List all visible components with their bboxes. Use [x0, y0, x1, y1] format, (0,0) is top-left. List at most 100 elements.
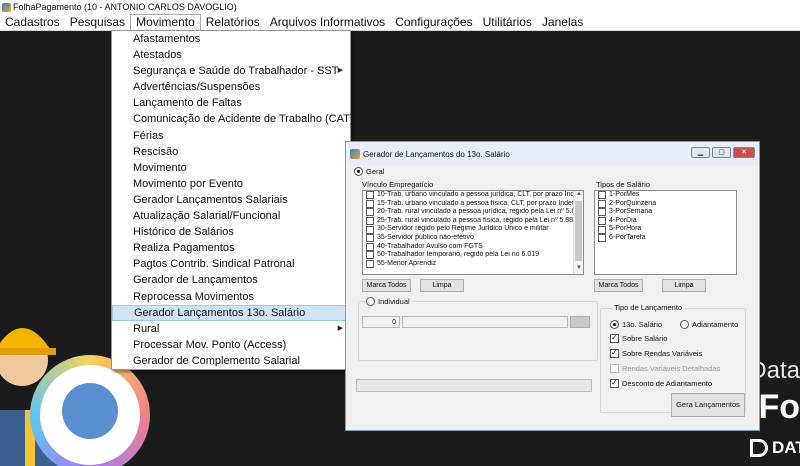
tipos-list[interactable]: 1-PorMes 2-PorQuinzena 3-PorSemana 4-Por…: [594, 190, 737, 275]
vinculo-item[interactable]: 20-Trab. rural vinculado a pessoa jurídi…: [363, 208, 583, 217]
menu-item-rural[interactable]: Rural ▶: [112, 321, 350, 337]
vinculo-item[interactable]: 25-Trab. rural vinculado a pessoa física…: [363, 217, 583, 226]
menu-item-atestados[interactable]: Atestados: [112, 47, 350, 63]
vinculo-checkbox[interactable]: [366, 242, 374, 251]
menu-item-cat[interactable]: Comunicação de Acidente de Trabalho (CAT…: [112, 111, 354, 127]
menu-item-lancamento-faltas[interactable]: Lançamento de Faltas: [112, 95, 350, 111]
tipo-item[interactable]: 6-PorTarefa: [595, 234, 736, 243]
vinculo-item[interactable]: 40-Trabalhador Avulso com FGTS: [363, 243, 583, 252]
rendas-detalhadas-checkbox[interactable]: [610, 364, 619, 373]
rendas-detalhadas-option[interactable]: Rendas Variáveis Detalhadas: [610, 364, 720, 373]
menu-item-gerador-salariais[interactable]: Gerador Lançamentos Salariais: [112, 192, 350, 208]
geral-radio[interactable]: [354, 167, 363, 176]
sobre-rendas-option[interactable]: Sobre Rendas Variáveis: [610, 348, 702, 358]
vinculo-label: Vínculo Empregatício: [362, 180, 434, 189]
vinculo-item[interactable]: 15-Trab. urbano vinculado a pessoa físic…: [363, 200, 583, 209]
menu-item-sst[interactable]: Segurança e Saúde do Trabalhador - SST ▶: [112, 63, 350, 79]
tipo-checkbox[interactable]: [598, 217, 606, 226]
menu-item-rescisao[interactable]: Rescisão: [112, 144, 350, 160]
tipos-marca-todos-button[interactable]: Marca Todos: [594, 279, 643, 292]
vinculo-limpa-button[interactable]: Limpa: [420, 279, 464, 292]
geral-option[interactable]: Geral: [354, 167, 384, 176]
gera-lancamentos-button[interactable]: Gera Lançamentos: [671, 393, 745, 417]
menu-item-historico-salarios[interactable]: Histórico de Salários: [112, 224, 350, 240]
tipo-item[interactable]: 5-PorHora: [595, 225, 736, 234]
sobre-salario-option[interactable]: Sobre Salário: [610, 333, 667, 343]
vinculo-checkbox[interactable]: [366, 191, 374, 200]
sobre-rendas-checkbox[interactable]: [610, 348, 619, 358]
opt-13-salario[interactable]: 13o. Salário: [610, 320, 662, 329]
scroll-up-icon[interactable]: ▲: [574, 191, 583, 200]
opt-adiantamento[interactable]: Adiantamento: [680, 320, 738, 329]
menu-item-gerador-lancamentos[interactable]: Gerador de Lançamentos: [112, 272, 350, 288]
close-button[interactable]: ✕: [733, 147, 755, 158]
desconto-adiantamento-option[interactable]: Desconto de Adiantamento: [610, 378, 712, 388]
menu-relatorios[interactable]: Relatórios: [201, 14, 265, 31]
menu-cadastros[interactable]: Cadastros: [0, 14, 65, 31]
menu-janelas[interactable]: Janelas: [537, 14, 588, 31]
vinculo-scrollbar[interactable]: ▲ ▼: [573, 191, 583, 274]
sobre-salario-checkbox[interactable]: [610, 333, 619, 343]
brand-logo-icon: [750, 439, 768, 457]
menu-item-gerador-13-salario[interactable]: Gerador Lançamentos 13o. Salário: [112, 304, 350, 321]
menu-item-complemento-salarial[interactable]: Gerador de Complemento Salarial: [112, 353, 350, 369]
maximize-button[interactable]: ▢: [712, 147, 731, 158]
menu-arquivos-informativos[interactable]: Arquivos Informativos: [265, 14, 390, 31]
vinculo-checkbox[interactable]: [366, 251, 374, 260]
tipo-item[interactable]: 2-PorQuinzena: [595, 200, 736, 209]
tipo-checkbox[interactable]: [598, 208, 606, 217]
tipo-checkbox[interactable]: [598, 199, 606, 208]
geral-label: Geral: [366, 167, 385, 176]
menu-item-reprocessa[interactable]: Reprocessa Movimentos: [112, 289, 350, 305]
vinculo-checkbox[interactable]: [366, 234, 374, 243]
vinculo-marca-todos-button[interactable]: Marca Todos: [362, 279, 411, 292]
submenu-arrow-icon: ▶: [337, 67, 343, 75]
tipos-limpa-button[interactable]: Limpa: [662, 279, 706, 292]
individual-name-field[interactable]: [402, 316, 568, 328]
dialog-icon: [350, 149, 360, 159]
vinculo-item[interactable]: 35-Servidor público não-efetivo: [363, 234, 583, 243]
menu-item-processar-ponto[interactable]: Processar Mov. Ponto (Access): [112, 337, 350, 353]
vinculo-checkbox[interactable]: [366, 260, 374, 269]
submenu-arrow-icon: ▶: [337, 324, 343, 332]
opt-adiantamento-radio[interactable]: [680, 320, 689, 329]
vinculo-checkbox[interactable]: [366, 199, 374, 208]
vinculo-item[interactable]: 55-Menor Aprendiz: [363, 260, 583, 269]
menu-item-advertencias[interactable]: Advertências/Suspensões: [112, 79, 350, 95]
individual-search-button[interactable]: [570, 316, 590, 328]
vinculo-item[interactable]: 30-Servidor regido pelo Regime Jurídico …: [363, 225, 583, 234]
vinculo-list[interactable]: 10-Trab. urbano vinculado a pessoa juríd…: [362, 190, 584, 275]
menu-movimento[interactable]: Movimento: [130, 14, 201, 31]
menu-item-ferias[interactable]: Férias: [112, 128, 350, 144]
vinculo-item[interactable]: 10-Trab. urbano vinculado a pessoa juríd…: [363, 191, 583, 200]
menu-item-movimento-evento[interactable]: Movimento por Evento: [112, 176, 350, 192]
vinculo-checkbox[interactable]: [366, 225, 374, 234]
tipo-item[interactable]: 4-PorDia: [595, 217, 736, 226]
tipo-item[interactable]: 1-PorMes: [595, 191, 736, 200]
scroll-down-icon[interactable]: ▼: [574, 265, 583, 274]
menu-item-pagtos-sindical[interactable]: Pagtos Contrib. Sindical Patronal: [112, 256, 350, 272]
vinculo-item[interactable]: 50-Trabalhador temporário, regido pela L…: [363, 251, 583, 260]
gerador-13-dialog: Gerador de Lançamentos do 13o. Salário ▁…: [345, 141, 760, 431]
individual-option[interactable]: Individual: [366, 297, 413, 306]
app-title-bar: FolhaPagamento (10 - ANTONIO CARLOS DAVO…: [0, 0, 800, 14]
individual-radio[interactable]: [366, 297, 375, 306]
minimize-button[interactable]: ▁: [691, 147, 710, 158]
menu-utilitarios[interactable]: Utilitários: [478, 14, 537, 31]
tipo-item[interactable]: 3-PorSemana: [595, 208, 736, 217]
menu-item-afastamentos[interactable]: Afastamentos: [112, 31, 350, 47]
tipo-checkbox[interactable]: [598, 234, 606, 243]
menu-configuracoes[interactable]: Configurações: [390, 14, 477, 31]
tipo-checkbox[interactable]: [598, 225, 606, 234]
menu-item-movimento[interactable]: Movimento: [112, 160, 350, 176]
individual-code-field[interactable]: 0: [362, 316, 400, 328]
vinculo-checkbox[interactable]: [366, 208, 374, 217]
desconto-adiantamento-checkbox[interactable]: [610, 378, 619, 388]
opt-13-radio[interactable]: [610, 320, 619, 329]
menu-item-realiza-pagamentos[interactable]: Realiza Pagamentos: [112, 240, 350, 256]
scroll-thumb[interactable]: [575, 201, 582, 261]
menu-pesquisas[interactable]: Pesquisas: [65, 14, 130, 31]
menu-item-atualizacao-salarial[interactable]: Atualização Salarial/Funcional: [112, 208, 350, 224]
tipo-checkbox[interactable]: [598, 191, 606, 200]
vinculo-checkbox[interactable]: [366, 217, 374, 226]
